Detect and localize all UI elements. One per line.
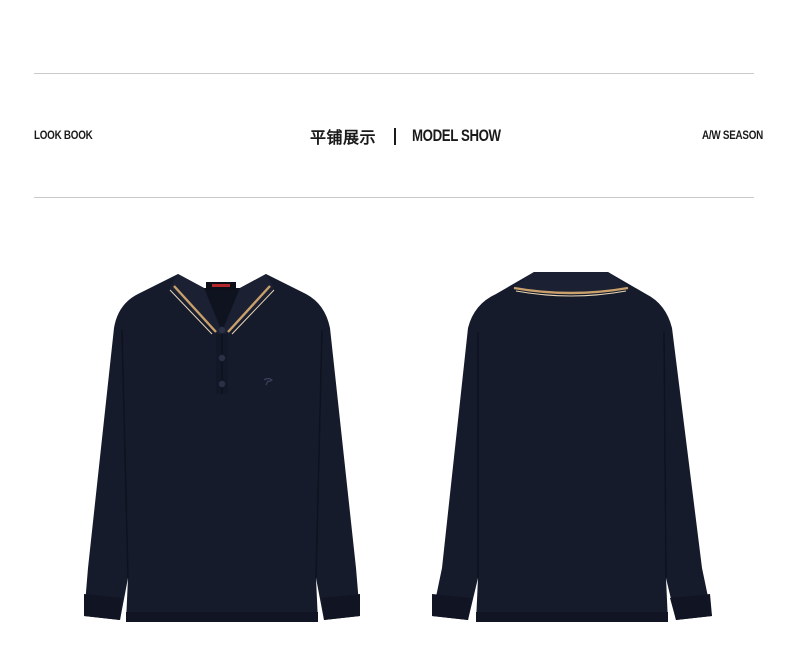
top-divider-line xyxy=(34,73,754,74)
section-title-chinese: 平铺展示 xyxy=(310,128,377,147)
season-label: A/W SEASON xyxy=(702,128,763,142)
section-title: 平铺展示 MODEL SHOW xyxy=(310,124,526,148)
title-separator xyxy=(394,127,397,145)
section-title-english: MODEL SHOW xyxy=(412,126,501,145)
bottom-divider-line xyxy=(34,197,754,198)
look-book-label: LOOK BOOK xyxy=(34,128,93,142)
polo-shirt-front-image xyxy=(70,268,372,624)
polo-shirt-back-image xyxy=(420,268,722,624)
